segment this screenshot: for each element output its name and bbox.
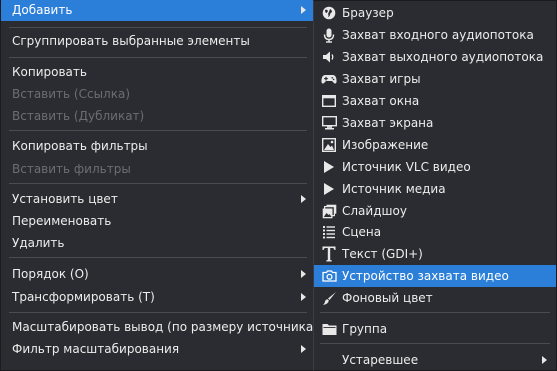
menu-item-label: Вставить (Ссылка) [12, 87, 131, 101]
submenu-arrow-icon [301, 6, 306, 14]
list-icon [318, 221, 340, 243]
submenu-item-display-capture[interactable]: Захват экрана [314, 112, 556, 134]
separator [9, 257, 307, 258]
brush-icon [318, 287, 340, 309]
submenu-item-image[interactable]: Изображение [314, 134, 556, 156]
submenu-item-label: Группа [342, 322, 388, 336]
menu-item-scale-output[interactable]: Масштабировать вывод (по размеру источни… [1, 316, 318, 338]
submenu-item-label: Захват выходного аудиопотока [342, 50, 544, 64]
menu-item-paste-filters: Вставить фильтры [1, 158, 315, 180]
menu-item-copy-filters[interactable]: Копировать фильтры [1, 135, 315, 157]
monitor-icon [318, 112, 340, 134]
globe-icon [318, 2, 340, 24]
submenu-item-audio-input-capture[interactable]: Захват входного аудиопотока [314, 24, 556, 46]
submenu-item-label: Захват игры [342, 72, 421, 86]
menu-item-rename[interactable]: Переименовать [1, 210, 315, 232]
submenu-item-color-source[interactable]: Фоновый цвет [314, 287, 556, 309]
submenu-item-label: Фоновый цвет [342, 291, 433, 305]
separator [9, 27, 307, 28]
slideshow-icon [318, 200, 340, 222]
folder-icon [318, 318, 340, 340]
submenu-item-media-source[interactable]: Источник медиа [314, 178, 556, 200]
play-icon [318, 178, 340, 200]
separator [320, 312, 550, 313]
menu-item-scale-filter[interactable]: Фильтр масштабирования [1, 338, 315, 360]
play-icon [318, 156, 340, 178]
menu-item-transform[interactable]: Трансформировать (Т) [1, 286, 315, 308]
submenu-item-group[interactable]: Группа [314, 318, 556, 340]
menu-item-group-selected[interactable]: Сгруппировать выбранные элементы [1, 30, 315, 52]
separator [9, 312, 307, 313]
submenu-item-scene[interactable]: Сцена [314, 221, 556, 243]
image-icon [318, 134, 340, 156]
menu-item-delete[interactable]: Удалить [1, 232, 315, 254]
submenu-item-label: Изображение [342, 138, 429, 152]
menu-item-label: Сгруппировать выбранные элементы [12, 34, 250, 48]
menu-item-paste-reference: Вставить (Ссылка) [1, 83, 315, 105]
separator [9, 57, 307, 58]
menu-item-label: Копировать фильтры [12, 139, 148, 153]
separator [320, 343, 550, 344]
submenu-item-label: Текст (GDI+) [342, 247, 423, 261]
menu-item-label: Вставить (Дубликат) [12, 109, 145, 123]
submenu-item-label: Захват окна [342, 94, 420, 108]
submenu-item-label: Устройство захвата видео [342, 269, 509, 283]
menu-item-label: Установить цвет [12, 192, 118, 206]
submenu-arrow-icon [301, 293, 306, 301]
window-icon [318, 90, 340, 112]
submenu-arrow-icon [301, 195, 306, 203]
submenu-item-label: Захват экрана [342, 116, 434, 130]
menu-item-paste-duplicate: Вставить (Дубликат) [1, 105, 315, 127]
submenu-item-label: Устаревшее [342, 353, 419, 367]
submenu-item-deprecated[interactable]: Устаревшее [314, 349, 556, 371]
context-menu: Добавить Сгруппировать выбранные элемент… [0, 0, 318, 371]
submenu-arrow-icon [542, 356, 547, 364]
separator [9, 183, 307, 184]
submenu-item-vlc-source[interactable]: Источник VLC видео [314, 156, 556, 178]
submenu-arrow-icon [301, 345, 306, 353]
camera-icon [318, 265, 340, 287]
submenu-item-text-gdi[interactable]: Текст (GDI+) [314, 243, 556, 265]
menu-item-set-color[interactable]: Установить цвет [1, 188, 315, 210]
submenu-item-label: Браузер [342, 6, 394, 20]
menu-item-label: Масштабировать вывод (по размеру источни… [12, 320, 318, 334]
submenu-item-game-capture[interactable]: Захват игры [314, 68, 556, 90]
speaker-icon [318, 46, 340, 68]
menu-item-label: Копировать [12, 65, 87, 79]
blank-icon-space [318, 349, 340, 371]
submenu-item-audio-output-capture[interactable]: Захват выходного аудиопотока [314, 46, 556, 68]
gamepad-icon [318, 68, 340, 90]
submenu-item-label: Слайдшоу [342, 204, 407, 218]
submenu-arrow-icon [301, 270, 306, 278]
submenu-item-browser[interactable]: Браузер [314, 2, 556, 24]
menu-item-label: Порядок (О) [12, 267, 89, 281]
submenu-item-label: Сцена [342, 225, 382, 239]
menu-item-label: Переименовать [12, 214, 112, 228]
menu-item-label: Фильтр масштабирования [12, 342, 180, 356]
submenu-item-video-capture-device[interactable]: Устройство захвата видео [314, 265, 556, 287]
menu-item-label: Трансформировать (Т) [12, 290, 155, 304]
menu-item-order[interactable]: Порядок (О) [1, 263, 315, 285]
microphone-icon [318, 24, 340, 46]
menu-item-copy[interactable]: Копировать [1, 61, 315, 83]
submenu-item-label: Захват входного аудиопотока [342, 28, 534, 42]
menu-item-add-label: Добавить [12, 3, 73, 17]
menu-item-label: Вставить фильтры [12, 162, 131, 176]
submenu-item-slideshow[interactable]: Слайдшоу [314, 200, 556, 222]
text-icon [318, 243, 340, 265]
menu-item-label: Удалить [12, 236, 65, 250]
separator [9, 130, 307, 131]
menu-item-add[interactable]: Добавить [1, 0, 315, 21]
submenu-item-window-capture[interactable]: Захват окна [314, 90, 556, 112]
add-source-submenu: Браузер Захват входного аудиопотока Захв… [313, 0, 557, 371]
submenu-item-label: Источник медиа [342, 182, 446, 196]
submenu-item-label: Источник VLC видео [342, 160, 471, 174]
